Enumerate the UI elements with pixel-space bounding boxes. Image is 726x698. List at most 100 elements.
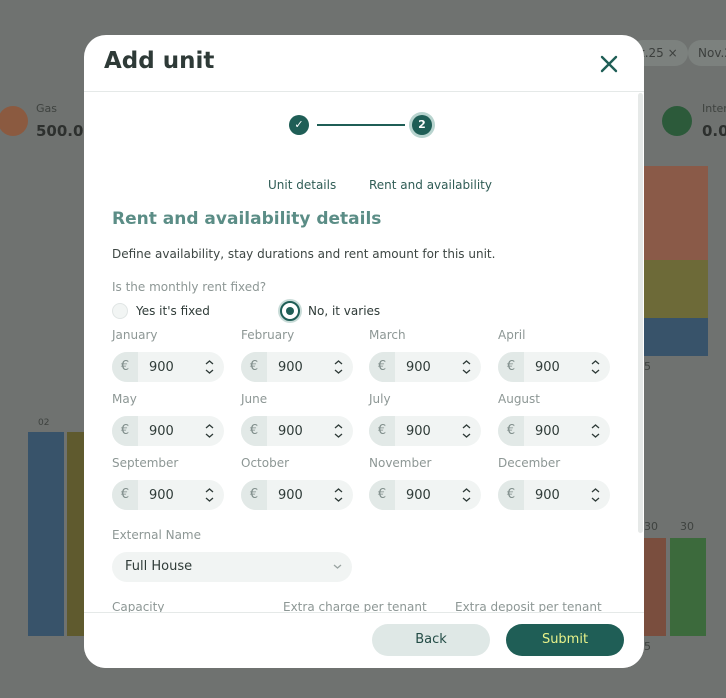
chevron-down-icon[interactable] — [205, 432, 214, 439]
rent-value: 900 — [149, 423, 174, 439]
rent-stepper[interactable] — [459, 358, 473, 376]
month-label-may: May — [112, 392, 137, 406]
close-button[interactable] — [598, 53, 620, 75]
currency-symbol: € — [241, 416, 267, 446]
rent-input-april[interactable]: €900 — [498, 352, 610, 382]
rent-stepper[interactable] — [202, 422, 216, 440]
rent-stepper[interactable] — [588, 422, 602, 440]
rent-value: 900 — [278, 423, 303, 439]
chevron-down-icon[interactable] — [334, 368, 343, 375]
stepper-connector — [317, 124, 405, 126]
modal-body: ✓ 2 Unit details Rent and availability R… — [84, 92, 644, 612]
step1-label: Unit details — [268, 178, 337, 192]
rent-stepper[interactable] — [331, 486, 345, 504]
bg-bar-segment — [644, 318, 708, 356]
modal-footer: Back Submit — [84, 612, 644, 668]
currency-symbol: € — [369, 480, 395, 510]
chevron-down-icon[interactable] — [334, 496, 343, 503]
step1-check-icon[interactable]: ✓ — [289, 115, 309, 135]
wifi-icon — [662, 106, 692, 136]
chevron-up-icon[interactable] — [591, 487, 600, 494]
bg-axis-label: 5 — [644, 360, 651, 373]
rent-value: 900 — [278, 487, 303, 503]
currency-symbol: € — [369, 416, 395, 446]
month-label-october: October — [241, 456, 290, 470]
chevron-down-icon[interactable] — [462, 368, 471, 375]
month-label-march: March — [369, 328, 406, 342]
chevron-up-icon[interactable] — [462, 423, 471, 430]
extra-deposit-label: Extra deposit per tenant — [455, 600, 602, 612]
chevron-down-icon[interactable] — [205, 496, 214, 503]
radio-rent-varies[interactable]: No, it varies — [280, 301, 380, 321]
rent-stepper[interactable] — [202, 358, 216, 376]
rent-input-january[interactable]: €900 — [112, 352, 224, 382]
currency-symbol: € — [112, 480, 138, 510]
extra-charge-label: Extra charge per tenant — [283, 600, 427, 612]
currency-symbol: € — [241, 480, 267, 510]
rent-stepper[interactable] — [459, 486, 473, 504]
rent-input-november[interactable]: €900 — [369, 480, 481, 510]
rent-input-june[interactable]: €900 — [241, 416, 353, 446]
external-name-select[interactable]: Full House — [112, 552, 352, 582]
rent-stepper[interactable] — [331, 422, 345, 440]
currency-symbol: € — [498, 480, 524, 510]
modal-title: Add unit — [104, 48, 215, 74]
rent-value: 900 — [149, 359, 174, 375]
month-label-august: August — [498, 392, 540, 406]
rent-input-may[interactable]: €900 — [112, 416, 224, 446]
rent-input-march[interactable]: €900 — [369, 352, 481, 382]
rent-input-september[interactable]: €900 — [112, 480, 224, 510]
chevron-down-icon[interactable] — [591, 496, 600, 503]
chevron-up-icon[interactable] — [205, 423, 214, 430]
chevron-down-icon[interactable] — [591, 368, 600, 375]
chevron-up-icon[interactable] — [334, 423, 343, 430]
rent-stepper[interactable] — [459, 422, 473, 440]
rent-value: 900 — [149, 487, 174, 503]
rent-input-december[interactable]: €900 — [498, 480, 610, 510]
chevron-up-icon[interactable] — [462, 487, 471, 494]
rent-input-july[interactable]: €900 — [369, 416, 481, 446]
radio-label: Yes it's fixed — [136, 304, 210, 318]
filter-chip: Nov.2 — [688, 40, 726, 66]
chevron-down-icon[interactable] — [591, 432, 600, 439]
bg-bar-segment — [644, 166, 708, 260]
rent-fixed-question: Is the monthly rent fixed? — [112, 280, 267, 294]
month-label-april: April — [498, 328, 526, 342]
currency-symbol: € — [498, 416, 524, 446]
chevron-down-icon[interactable] — [462, 496, 471, 503]
chevron-up-icon[interactable] — [591, 359, 600, 366]
rent-stepper[interactable] — [202, 486, 216, 504]
chevron-up-icon[interactable] — [334, 487, 343, 494]
radio-circle[interactable] — [112, 303, 128, 319]
add-unit-modal: Add unit ✓ 2 Unit details Rent and avail… — [84, 35, 644, 668]
currency-symbol: € — [112, 352, 138, 382]
chevron-up-icon[interactable] — [205, 359, 214, 366]
bg-axis-label: 5 — [644, 640, 651, 653]
radio-rent-fixed[interactable]: Yes it's fixed — [112, 303, 210, 319]
month-label-july: July — [369, 392, 391, 406]
rent-input-august[interactable]: €900 — [498, 416, 610, 446]
chevron-down-icon[interactable] — [205, 368, 214, 375]
rent-stepper[interactable] — [331, 358, 345, 376]
month-label-september: September — [112, 456, 179, 470]
rent-value: 900 — [535, 487, 560, 503]
chevron-up-icon[interactable] — [591, 423, 600, 430]
chevron-down-icon[interactable] — [334, 432, 343, 439]
currency-symbol: € — [498, 352, 524, 382]
chevron-down-icon[interactable] — [462, 432, 471, 439]
rent-stepper[interactable] — [588, 486, 602, 504]
rent-stepper[interactable] — [588, 358, 602, 376]
rent-value: 900 — [278, 359, 303, 375]
chevron-up-icon[interactable] — [462, 359, 471, 366]
modal-scrollbar[interactable] — [638, 93, 643, 533]
chevron-up-icon[interactable] — [205, 487, 214, 494]
rent-input-february[interactable]: €900 — [241, 352, 353, 382]
back-button[interactable]: Back — [372, 624, 490, 656]
currency-symbol: € — [241, 352, 267, 382]
step2-indicator[interactable]: 2 — [412, 115, 432, 135]
radio-circle-checked[interactable] — [280, 301, 300, 321]
rent-input-october[interactable]: €900 — [241, 480, 353, 510]
submit-button[interactable]: Submit — [506, 624, 624, 656]
bg-bar-label: 02 — [38, 418, 50, 428]
chevron-up-icon[interactable] — [334, 359, 343, 366]
